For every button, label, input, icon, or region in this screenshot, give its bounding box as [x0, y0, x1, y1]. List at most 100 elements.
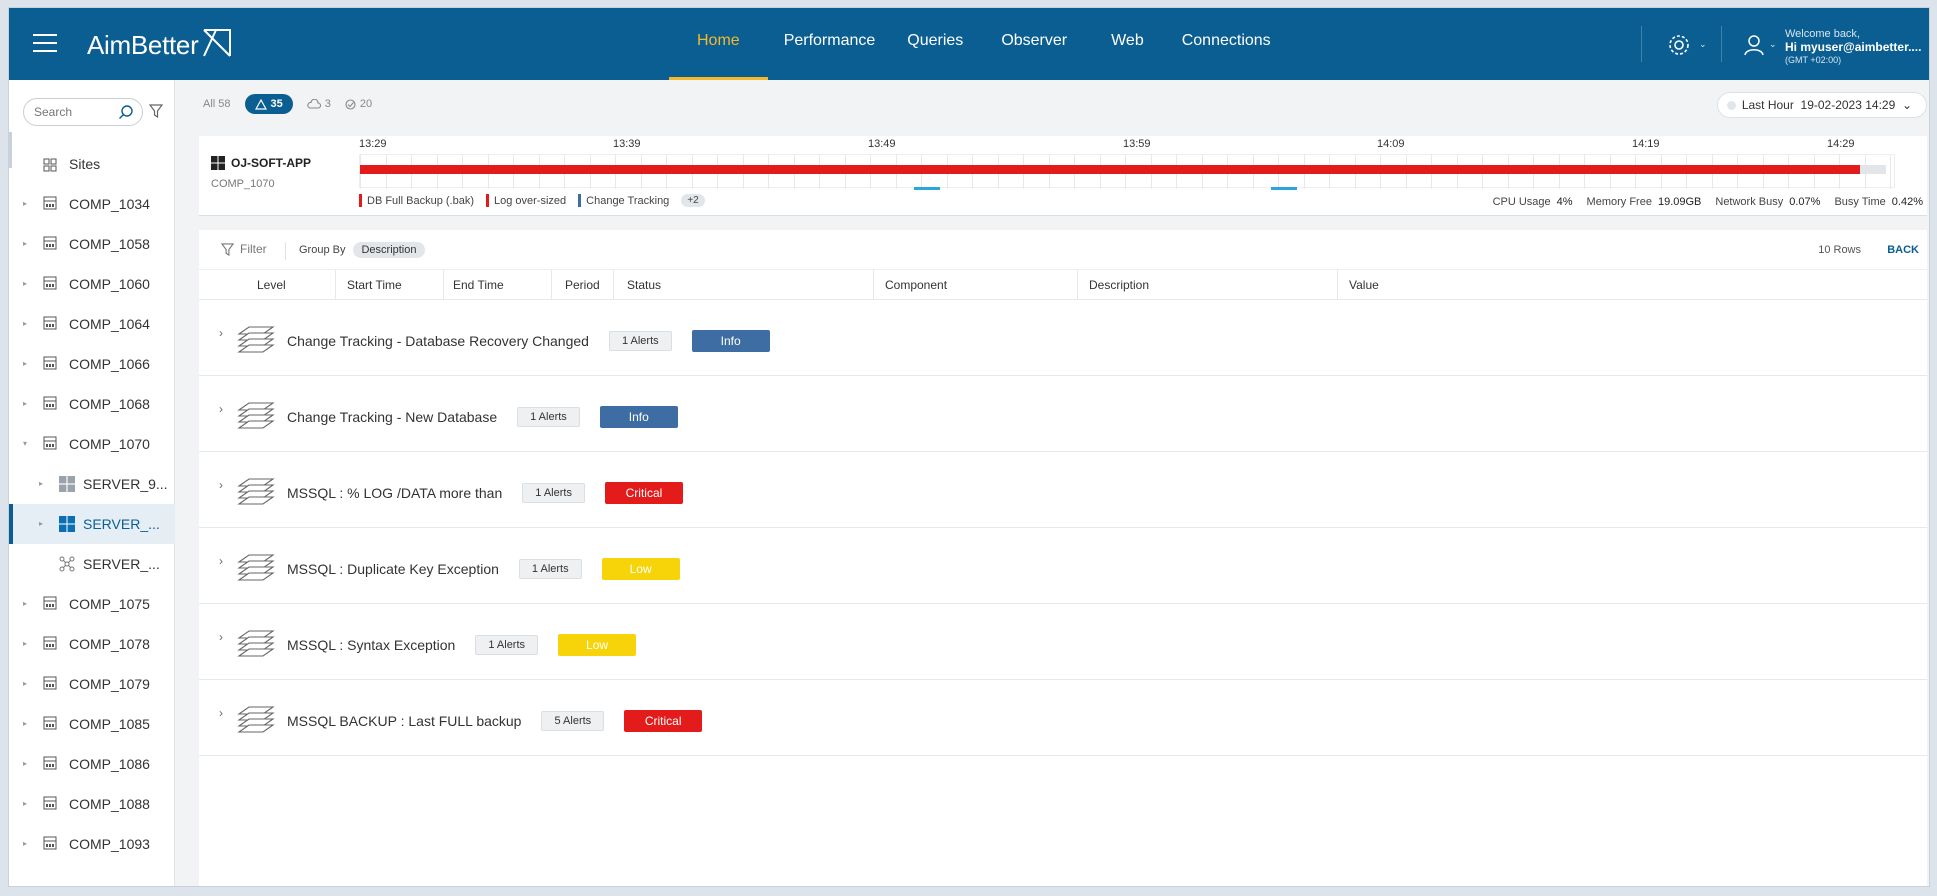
caret-right-icon[interactable]: ▸ [23, 319, 27, 328]
nav-performance[interactable]: Performance [768, 8, 892, 80]
sidebar-item-server[interactable]: ▸ SERVER_... [9, 504, 175, 544]
column-header-level[interactable]: Level [257, 278, 286, 292]
nav-home[interactable]: Home [669, 8, 768, 80]
legend-swatch [578, 194, 582, 207]
chevron-right-icon[interactable]: › [219, 554, 223, 568]
caret-right-icon[interactable]: ▸ [23, 279, 27, 288]
timeline[interactable] [359, 154, 1895, 190]
caret-right-icon[interactable]: ▸ [39, 479, 43, 488]
alerts-count-badge[interactable]: 1 Alerts [517, 407, 580, 427]
legend-item[interactable]: Change Tracking [578, 194, 669, 207]
column-header-start-time[interactable]: Start Time [347, 278, 402, 292]
chevron-right-icon[interactable]: › [219, 630, 223, 644]
count-alerts[interactable]: 35 [244, 94, 293, 114]
sidebar-item-comp-1058[interactable]: ▸ COMP_1058 [9, 224, 175, 264]
chevron-right-icon[interactable]: › [219, 478, 223, 492]
caret-down-icon[interactable]: ▾ [23, 439, 27, 448]
search-box[interactable] [23, 98, 143, 126]
caret-right-icon[interactable]: ▸ [23, 399, 27, 408]
table-row[interactable]: › MSSQL : Duplicate Key Exception 1 Alerts… [199, 528, 1927, 604]
sidebar-item-comp-1078[interactable]: ▸ COMP_1078 [9, 624, 175, 664]
alerts-count-badge[interactable]: 1 Alerts [518, 559, 582, 579]
caret-right-icon[interactable]: ▸ [23, 799, 27, 808]
legend-item[interactable]: DB Full Backup (.bak) [359, 194, 474, 207]
sidebar-item-comp-1066[interactable]: ▸ COMP_1066 [9, 344, 175, 384]
caret-right-icon[interactable]: ▸ [23, 599, 27, 608]
sidebar-item-server[interactable]: SERVER_... [9, 544, 175, 584]
caret-right-icon[interactable]: ▸ [23, 759, 27, 768]
logo[interactable]: AimBetter [87, 29, 232, 61]
filter-button[interactable]: Filter [221, 242, 267, 256]
nav-connections[interactable]: Connections [1166, 8, 1287, 80]
caret-right-icon[interactable]: ▸ [23, 199, 27, 208]
group-by-chip[interactable]: Description [353, 242, 425, 258]
metric-value: 4% [1556, 196, 1573, 208]
table-row[interactable]: › MSSQL : % LOG /DATA more than 1 Alerts Cr… [199, 452, 1927, 528]
caret-right-icon[interactable]: ▸ [23, 839, 27, 848]
chevron-right-icon[interactable]: › [219, 326, 223, 340]
chevron-right-icon[interactable]: › [219, 706, 223, 720]
table-row[interactable]: › MSSQL : Syntax Exception 1 Alerts Low [199, 604, 1927, 680]
gear-icon[interactable] [1667, 33, 1691, 57]
alerts-count-badge[interactable]: 1 Alerts [475, 635, 539, 655]
sidebar-item-comp-1034[interactable]: ▸ COMP_1034 [9, 184, 175, 224]
hamburger-menu-icon[interactable] [33, 34, 57, 52]
alerts-count-badge[interactable]: 5 Alerts [541, 711, 605, 731]
column-header-end-time[interactable]: End Time [453, 278, 504, 292]
sidebar-item-comp-1064[interactable]: ▸ COMP_1064 [9, 304, 175, 344]
caret-right-icon[interactable]: ▸ [23, 639, 27, 648]
sidebar-item-comp-1060[interactable]: ▸ COMP_1060 [9, 264, 175, 304]
group-label: MSSQL : Duplicate Key Exception 1 Alerts L… [287, 558, 680, 580]
column-header-period[interactable]: Period [565, 278, 600, 292]
search-input[interactable] [34, 105, 114, 119]
column-header-component[interactable]: Component [885, 278, 947, 292]
sidebar-item-comp-1093[interactable]: ▸ COMP_1093 [9, 824, 175, 864]
caret-right-icon[interactable]: ▸ [39, 519, 43, 528]
nav-web[interactable]: Web [1089, 8, 1166, 80]
group-label: MSSQL BACKUP : Last FULL backup 5 Alerts C… [287, 710, 703, 732]
sidebar-item-sites[interactable]: Sites [9, 144, 175, 184]
chevron-right-icon[interactable]: › [219, 402, 223, 416]
timeline-event-marker[interactable] [914, 187, 940, 190]
count-checked[interactable]: 20 [345, 98, 372, 110]
alerts-count-badge[interactable]: 1 Alerts [522, 483, 585, 503]
sidebar-item-comp-1075[interactable]: ▸ COMP_1075 [9, 584, 175, 624]
time-range-selector[interactable]: Last Hour 19-02-2023 14:29 ⌄ [1716, 92, 1927, 118]
table-row[interactable]: › Change Tracking - New Database 1 Alerts I… [199, 376, 1927, 452]
caret-right-icon[interactable]: ▸ [23, 359, 27, 368]
cluster-icon [59, 556, 75, 575]
caret-right-icon[interactable]: ▸ [23, 239, 27, 248]
filter-icon[interactable] [149, 104, 163, 118]
time-date: 19-02-2023 14:29 [1800, 98, 1896, 112]
nav-queries[interactable]: Queries [891, 8, 979, 80]
column-header-status[interactable]: Status [627, 278, 661, 292]
legend-more-badge[interactable]: +2 [681, 194, 705, 207]
chevron-down-icon[interactable]: ⌄ [1769, 39, 1777, 50]
layers-icon [237, 476, 275, 511]
server-card[interactable]: OJ-SOFT-APP COMP_1070 13:29 13:39 13:49 13:… [199, 136, 1927, 216]
nav-observer[interactable]: Observer [979, 8, 1089, 80]
sidebar-item-comp-1088[interactable]: ▸ COMP_1088 [9, 784, 175, 824]
caret-right-icon[interactable]: ▸ [23, 679, 27, 688]
sidebar-item-comp-1070[interactable]: ▾ COMP_1070 [9, 424, 175, 464]
column-header-value[interactable]: Value [1349, 278, 1379, 292]
user-icon[interactable] [1743, 34, 1765, 56]
search-icon[interactable] [118, 104, 134, 120]
alerts-count-badge[interactable]: 1 Alerts [608, 331, 672, 351]
caret-right-icon[interactable]: ▸ [23, 719, 27, 728]
sidebar-item-server-9[interactable]: ▸ SERVER_9... [9, 464, 175, 504]
back-button[interactable]: BACK [1887, 244, 1919, 256]
count-all[interactable]: All 58 [203, 98, 231, 110]
column-header-description[interactable]: Description [1089, 278, 1149, 292]
sidebar-item-comp-1068[interactable]: ▸ COMP_1068 [9, 384, 175, 424]
sidebar-item-comp-1086[interactable]: ▸ COMP_1086 [9, 744, 175, 784]
table-row[interactable]: › MSSQL BACKUP : Last FULL backup 5 Alerts… [199, 680, 1927, 756]
sidebar-item-comp-1085[interactable]: ▸ COMP_1085 [9, 704, 175, 744]
legend-item[interactable]: Log over-sized [485, 194, 566, 207]
sidebar-item-comp-1079[interactable]: ▸ COMP_1079 [9, 664, 175, 704]
user-info[interactable]: Welcome back, Hi myuser@aimbetter.... (G… [1785, 28, 1921, 67]
table-row[interactable]: › Change Tracking - Database Recovery Cha… [199, 300, 1927, 376]
chevron-down-icon[interactable]: ⌄ [1699, 39, 1707, 50]
count-cloud[interactable]: 3 [307, 98, 331, 110]
timeline-event-marker[interactable] [1271, 187, 1297, 190]
